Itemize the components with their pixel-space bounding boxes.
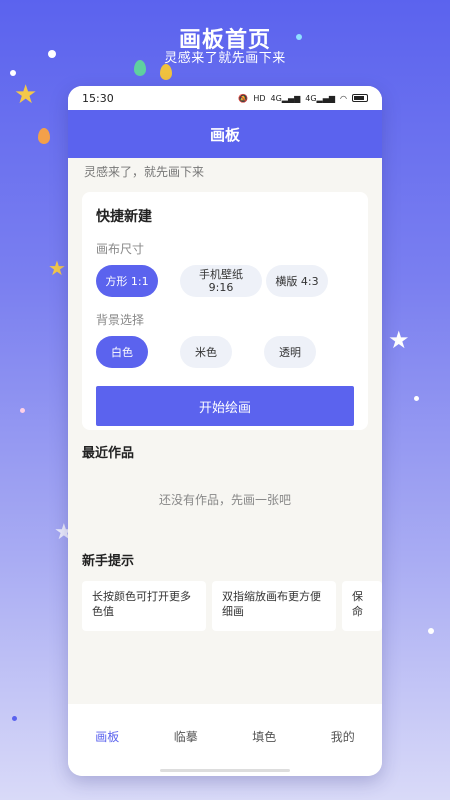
- quick-create-card: 快捷新建 画布尺寸 方形 1:1 手机壁纸 9:16 横版 4:3 背景选择 白…: [82, 192, 368, 430]
- background-options: 白色 米色 透明: [96, 336, 354, 368]
- hd-icon: HD: [253, 93, 266, 103]
- background-label: 背景选择: [96, 313, 145, 327]
- drop-decoration-icon: [134, 60, 146, 76]
- app-bar: 画板: [68, 110, 382, 158]
- home-indicator: [160, 769, 290, 772]
- drop-decoration-icon: [160, 64, 172, 80]
- status-icons: 🔕 HD 4G▂▄▆ 4G▂▄▆ ◠: [238, 94, 368, 103]
- size-option-phone-wallpaper[interactable]: 手机壁纸 9:16: [180, 265, 262, 297]
- dot-decoration-icon: [20, 408, 25, 413]
- dot-decoration-icon: [10, 70, 16, 76]
- star-decoration-icon: ★: [388, 326, 410, 354]
- tab-coloring[interactable]: 填色: [252, 728, 276, 745]
- dot-decoration-icon: [428, 628, 434, 634]
- bottom-tab-bar: 画板 临摹 填色 我的: [68, 704, 382, 776]
- status-time: 15:30: [82, 91, 114, 105]
- mute-icon: 🔕: [238, 93, 249, 103]
- slogan-text: 灵感来了，就先画下来: [84, 165, 205, 179]
- canvas-size-options: 方形 1:1 手机壁纸 9:16 横版 4:3: [96, 265, 354, 297]
- dot-decoration-icon: [12, 716, 17, 721]
- tip-card[interactable]: 保命: [342, 581, 382, 631]
- dot-decoration-icon: [296, 34, 302, 40]
- app-bar-title: 画板: [209, 125, 240, 144]
- phone-screen: 15:30 🔕 HD 4G▂▄▆ 4G▂▄▆ ◠ 画板 灵感来了，就先画下来 快…: [68, 86, 382, 776]
- quick-create-title: 快捷新建: [96, 209, 152, 225]
- tips-list: 长按颜色可打开更多色值 双指缩放画布更方便细画 保命: [68, 581, 382, 631]
- tab-mine[interactable]: 我的: [331, 728, 355, 745]
- canvas-size-label: 画布尺寸: [96, 242, 145, 256]
- wifi-icon: ◠: [340, 93, 347, 103]
- 4g-signal-icon: 4G▂▄▆: [270, 93, 301, 103]
- tips-title: 新手提示: [82, 554, 135, 569]
- dot-decoration-icon: [414, 396, 419, 401]
- tab-copy-drawing[interactable]: 临摹: [174, 728, 198, 745]
- tip-card[interactable]: 双指缩放画布更方便细画: [212, 581, 336, 631]
- background-option-transparent[interactable]: 透明: [264, 336, 316, 368]
- tip-card[interactable]: 长按颜色可打开更多色值: [82, 581, 206, 631]
- star-decoration-icon: ★: [48, 256, 66, 280]
- drop-decoration-icon: [38, 128, 50, 144]
- dot-decoration-icon: [48, 50, 56, 58]
- tab-drawing-board[interactable]: 画板: [95, 728, 119, 745]
- battery-icon: [352, 94, 368, 102]
- star-decoration-icon: ★: [14, 80, 38, 110]
- background-option-beige[interactable]: 米色: [180, 336, 232, 368]
- start-drawing-button[interactable]: 开始绘画: [96, 386, 354, 426]
- recent-works-title: 最近作品: [82, 446, 135, 461]
- status-bar: 15:30 🔕 HD 4G▂▄▆ 4G▂▄▆ ◠: [68, 86, 382, 110]
- banner-subtitle: 灵感来了就先画下来: [164, 51, 286, 66]
- size-option-square[interactable]: 方形 1:1: [96, 265, 158, 297]
- 4g-signal-icon: 4G▂▄▆: [305, 93, 336, 103]
- background-option-white[interactable]: 白色: [96, 336, 148, 368]
- size-option-landscape[interactable]: 横版 4:3: [266, 265, 328, 297]
- recent-empty-text: 还没有作品，先画一张吧: [158, 493, 291, 507]
